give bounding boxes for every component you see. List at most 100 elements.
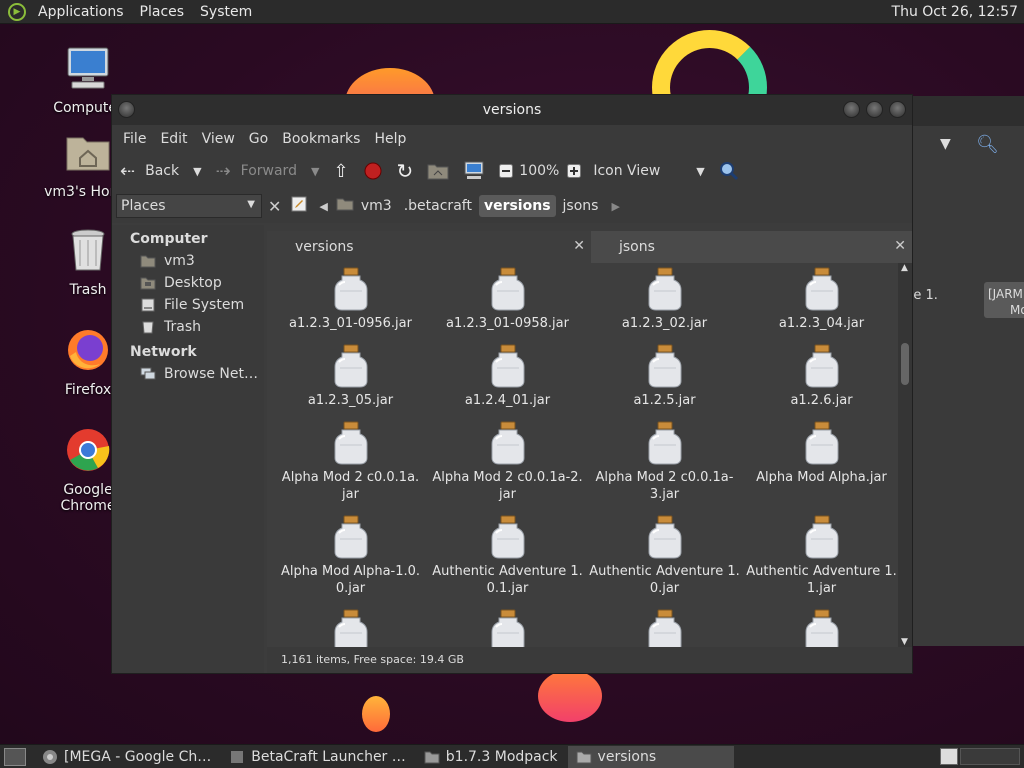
sidebar-item-file-system[interactable]: File System bbox=[112, 294, 264, 316]
window-menu-button[interactable] bbox=[118, 101, 135, 118]
file-item[interactable]: a1.2.4_01.jar bbox=[429, 344, 586, 409]
menu-go[interactable]: Go bbox=[242, 131, 275, 147]
menu-edit[interactable]: Edit bbox=[153, 131, 194, 147]
maximize-button[interactable] bbox=[866, 101, 883, 118]
file-item[interactable]: Alpha Mod Alpha.jar bbox=[743, 421, 897, 486]
back-button[interactable]: ⇠ Back ▼ bbox=[120, 161, 202, 182]
network-icon bbox=[140, 367, 156, 380]
clock[interactable]: Thu Oct 26, 12:57 bbox=[892, 4, 1018, 20]
crumb-betacraft[interactable]: .betacraft bbox=[399, 195, 477, 217]
file-item[interactable]: Authentic Adventure 1. 0.1.jar bbox=[429, 515, 586, 597]
jar-file-icon bbox=[804, 421, 840, 465]
crumb-jsons[interactable]: jsons bbox=[558, 195, 604, 217]
file-label: Alpha Mod Alpha.jar bbox=[756, 470, 887, 485]
scroll-up-icon[interactable]: ▲ bbox=[901, 263, 908, 273]
file-item[interactable] bbox=[272, 609, 429, 647]
jar-file-icon bbox=[490, 344, 526, 388]
menu-help[interactable]: Help bbox=[367, 131, 413, 147]
file-item[interactable]: a1.2.3_01-0958.jar bbox=[429, 267, 586, 332]
view-mode-select[interactable]: Icon View ▼ bbox=[593, 163, 704, 179]
jar-file-icon bbox=[804, 344, 840, 388]
home-icon bbox=[140, 255, 156, 268]
file-label: Alpha Mod Alpha-1.0. 0.jar bbox=[280, 564, 421, 596]
places-menu[interactable]: Places bbox=[132, 4, 193, 20]
sidebar-item-vm3[interactable]: vm3 bbox=[112, 250, 264, 272]
file-item[interactable]: a1.2.3_04.jar bbox=[743, 267, 897, 332]
crumb-scroll-left-icon[interactable]: ◀ bbox=[319, 200, 327, 213]
file-label: a1.2.3_04.jar bbox=[778, 316, 865, 331]
sidebar-item-browse-network[interactable]: Browse Net… bbox=[112, 363, 264, 385]
distro-logo-icon[interactable]: ▶ bbox=[8, 2, 26, 21]
system-menu[interactable]: System bbox=[192, 4, 260, 20]
taskbar-item-mega[interactable]: [MEGA - Google Ch… bbox=[34, 746, 219, 768]
jar-file-icon bbox=[490, 515, 526, 559]
search-icon[interactable] bbox=[719, 161, 739, 181]
file-item[interactable] bbox=[743, 609, 897, 647]
firefox-icon bbox=[68, 330, 108, 370]
file-label: a1.2.3_02.jar bbox=[621, 316, 708, 331]
crumb-home-icon[interactable] bbox=[336, 197, 354, 215]
scrollbar-thumb[interactable] bbox=[901, 343, 909, 385]
menu-view[interactable]: View bbox=[195, 131, 242, 147]
chevron-down-icon[interactable]: ▼ bbox=[193, 165, 201, 178]
file-item[interactable]: a1.2.3_05.jar bbox=[272, 344, 429, 409]
file-item[interactable]: Authentic Adventure 1. 1.jar bbox=[743, 515, 897, 597]
file-item[interactable]: a1.2.3_02.jar bbox=[586, 267, 743, 332]
file-item[interactable]: Alpha Mod 2 c0.0.1a-2. jar bbox=[429, 421, 586, 503]
places-dropdown[interactable]: Places ▼ bbox=[116, 194, 262, 218]
close-sidebar-icon[interactable]: ✕ bbox=[268, 197, 281, 216]
file-item[interactable]: Alpha Mod 2 c0.0.1a- 3.jar bbox=[586, 421, 743, 503]
jar-file-icon bbox=[333, 344, 369, 388]
crumb-versions[interactable]: versions bbox=[478, 195, 556, 217]
close-button[interactable] bbox=[889, 101, 906, 118]
file-item[interactable]: a1.2.3_01-0956.jar bbox=[272, 267, 429, 332]
edit-location-icon[interactable] bbox=[291, 196, 307, 216]
close-icon[interactable]: ✕ bbox=[573, 238, 585, 254]
taskbar-item-betacraft[interactable]: BetaCraft Launcher … bbox=[221, 746, 414, 768]
menubar: File Edit View Go Bookmarks Help bbox=[112, 125, 912, 153]
file-label: a1.2.6.jar bbox=[790, 393, 853, 408]
minimize-button[interactable] bbox=[843, 101, 860, 118]
file-label: a1.2.5.jar bbox=[633, 393, 696, 408]
zoom-out-icon[interactable] bbox=[499, 164, 514, 178]
close-icon[interactable]: ✕ bbox=[894, 238, 906, 254]
file-item[interactable]: Authentic Adventure 1. 0.jar bbox=[586, 515, 743, 597]
chrome-icon bbox=[67, 429, 110, 471]
file-label: Alpha Mod 2 c0.0.1a- 3.jar bbox=[595, 470, 734, 502]
computer-icon[interactable] bbox=[463, 161, 485, 181]
search-icon[interactable]: 🔍︎ bbox=[976, 134, 999, 155]
menu-bookmarks[interactable]: Bookmarks bbox=[275, 131, 367, 147]
zoom-in-icon[interactable] bbox=[567, 164, 582, 178]
applications-menu[interactable]: Applications bbox=[30, 4, 132, 20]
file-item[interactable]: a1.2.6.jar bbox=[743, 344, 897, 409]
sidebar-item-desktop[interactable]: Desktop bbox=[112, 272, 264, 294]
up-arrow-icon[interactable]: ⇧ bbox=[333, 161, 348, 182]
workspace-switcher-2[interactable] bbox=[960, 748, 1020, 765]
file-label: Authentic Adventure 1. 0.jar bbox=[589, 564, 740, 596]
home-icon[interactable] bbox=[427, 162, 449, 180]
crumb-scroll-right-icon[interactable]: ▶ bbox=[611, 200, 619, 213]
file-item[interactable]: Alpha Mod 2 c0.0.1a. jar bbox=[272, 421, 429, 503]
chevron-down-icon[interactable]: ▼ bbox=[311, 165, 319, 178]
taskbar-item-versions[interactable]: versions bbox=[567, 745, 734, 768]
file-item[interactable]: a1.2.5.jar bbox=[586, 344, 743, 409]
tab-jsons[interactable]: jsons ✕ bbox=[591, 231, 912, 263]
scrollbar[interactable]: ▲ ▼ bbox=[898, 263, 912, 647]
tab-versions[interactable]: versions ✕ bbox=[267, 231, 591, 263]
reload-icon[interactable]: ↻ bbox=[397, 159, 414, 183]
workspace-switcher[interactable] bbox=[940, 748, 958, 765]
file-item[interactable]: Alpha Mod Alpha-1.0. 0.jar bbox=[272, 515, 429, 597]
show-desktop-icon[interactable] bbox=[4, 747, 26, 766]
taskbar-item-modpack[interactable]: b1.7.3 Modpack bbox=[416, 746, 566, 768]
forward-button[interactable]: ⇢ Forward ▼ bbox=[216, 161, 320, 182]
file-item[interactable] bbox=[429, 609, 586, 647]
crumb-vm3[interactable]: vm3 bbox=[356, 195, 397, 217]
stop-icon[interactable] bbox=[363, 161, 383, 181]
jar-file-icon bbox=[333, 515, 369, 559]
scroll-down-icon[interactable]: ▼ bbox=[901, 637, 908, 647]
menu-file[interactable]: File bbox=[116, 131, 153, 147]
window-titlebar[interactable]: versions bbox=[112, 95, 912, 125]
file-item[interactable] bbox=[586, 609, 743, 647]
places-sidebar: Computer vm3 Desktop File System Trash N… bbox=[112, 225, 264, 673]
sidebar-item-trash[interactable]: Trash bbox=[112, 316, 264, 338]
